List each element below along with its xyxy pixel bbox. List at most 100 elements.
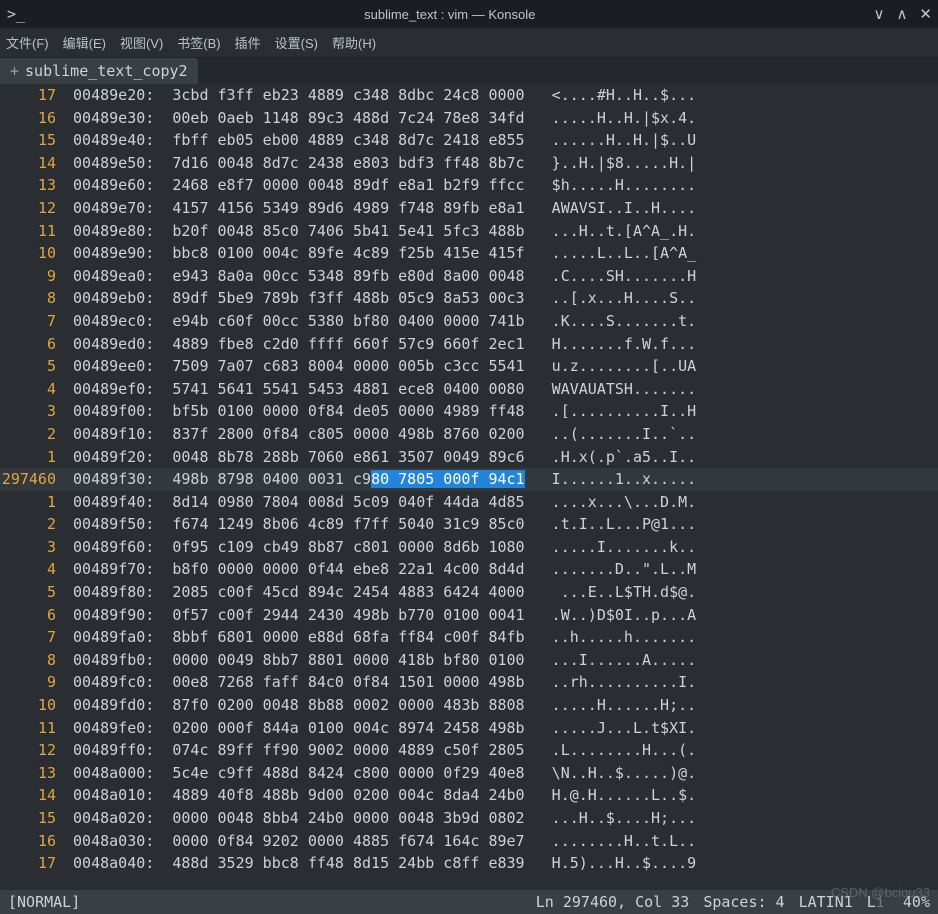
hex-address: 00489fb0:	[64, 649, 172, 672]
hex-ascii: .....H......H;..	[534, 694, 697, 717]
hex-row[interactable]: 16 0048a030: 0000 0f84 9202 0000 4885 f6…	[0, 830, 938, 853]
window-title: sublime_text : vim — Konsole	[26, 7, 873, 22]
hex-address: 00489ef0:	[64, 378, 172, 401]
hex-row[interactable]: 13 00489e60: 2468 e8f7 0000 0048 89df e8…	[0, 174, 938, 197]
line-number: 2	[0, 513, 64, 536]
hex-address: 0048a030:	[64, 830, 172, 853]
hex-selection: 80 7805 000f 94c1	[371, 470, 525, 488]
hex-row[interactable]: 6 00489f90: 0f57 c00f 2944 2430 498b b77…	[0, 604, 938, 627]
line-number: 3	[0, 400, 64, 423]
menu-bookmarks[interactable]: 书签(B)	[177, 33, 220, 52]
tabbar: + sublime_text_copy2	[0, 58, 938, 84]
hex-row[interactable]: 13 0048a000: 5c4e c9ff 488d 8424 c800 00…	[0, 762, 938, 785]
status-spaces[interactable]: Spaces: 4	[703, 893, 784, 911]
close-icon[interactable]: ✕	[919, 5, 932, 23]
menu-help[interactable]: 帮助(H)	[332, 33, 376, 52]
tab-current[interactable]: + sublime_text_copy2	[0, 58, 198, 84]
hex-address: 00489e60:	[64, 174, 172, 197]
hex-ascii: H.@.H......L..$.	[534, 784, 697, 807]
hex-row[interactable]: 8 00489fb0: 0000 0049 8bb7 8801 0000 418…	[0, 649, 938, 672]
hex-bytes: 5741 5641 5541 5453 4881 ece8 0400 0080	[172, 378, 533, 401]
hex-row[interactable]: 5 00489ee0: 7509 7a07 c683 8004 0000 005…	[0, 355, 938, 378]
line-number: 13	[0, 174, 64, 197]
hex-row[interactable]: 17 00489e20: 3cbd f3ff eb23 4889 c348 8d…	[0, 84, 938, 107]
menu-edit[interactable]: 编辑(E)	[63, 33, 106, 52]
hex-row[interactable]: 14 0048a010: 4889 40f8 488b 9d00 0200 00…	[0, 784, 938, 807]
hex-row[interactable]: 14 00489e50: 7d16 0048 8d7c 2438 e803 bd…	[0, 152, 938, 175]
hex-row[interactable]: 10 00489e90: bbc8 0100 004c 89fe 4c89 f2…	[0, 242, 938, 265]
menu-plugins[interactable]: 插件	[235, 33, 261, 52]
hex-row[interactable]: 15 0048a020: 0000 0048 8bb4 24b0 0000 00…	[0, 807, 938, 830]
maximize-icon[interactable]: ∧	[896, 5, 907, 23]
hex-row[interactable]: 1 00489f40: 8d14 0980 7804 008d 5c09 040…	[0, 491, 938, 514]
hex-address: 00489e40:	[64, 129, 172, 152]
menu-settings[interactable]: 设置(S)	[275, 33, 318, 52]
hex-address: 00489f80:	[64, 581, 172, 604]
hex-address: 00489e50:	[64, 152, 172, 175]
hex-ascii: <....#H..H..$...	[534, 84, 697, 107]
hex-row[interactable]: 4 00489ef0: 5741 5641 5541 5453 4881 ece…	[0, 378, 938, 401]
hex-row[interactable]: 16 00489e30: 00eb 0aeb 1148 89c3 488d 7c…	[0, 107, 938, 130]
hex-address: 00489ea0:	[64, 265, 172, 288]
line-number: 14	[0, 784, 64, 807]
hex-bytes: f674 1249 8b06 4c89 f7ff 5040 31c9 85c0	[172, 513, 533, 536]
hex-address: 00489ff0:	[64, 739, 172, 762]
statusbar: [NORMAL] Ln 297460, Col 33 Spaces: 4 LAT…	[0, 890, 938, 914]
hex-ascii: ...I......A.....	[534, 649, 697, 672]
hex-row[interactable]: 7 00489ec0: e94b c60f 00cc 5380 bf80 040…	[0, 310, 938, 333]
hex-ascii: WAVAUATSH.......	[534, 378, 697, 401]
hex-row[interactable]: 10 00489fd0: 87f0 0200 0048 8b88 0002 00…	[0, 694, 938, 717]
hex-row[interactable]: 297460 00489f30: 498b 8798 0400 0031 c98…	[0, 468, 938, 491]
hex-bytes: 4889 40f8 488b 9d00 0200 004c 8da4 24b0	[172, 784, 533, 807]
hex-ascii: .L........H...(.	[534, 739, 697, 762]
hex-row[interactable]: 11 00489fe0: 0200 000f 844a 0100 004c 89…	[0, 717, 938, 740]
hex-bytes: 5c4e c9ff 488d 8424 c800 0000 0f29 40e8	[172, 762, 533, 785]
hex-address: 00489e90:	[64, 242, 172, 265]
hex-bytes: fbff eb05 eb00 4889 c348 8d7c 2418 e855	[172, 129, 533, 152]
hex-bytes: 074c 89ff ff90 9002 0000 4889 c50f 2805	[172, 739, 533, 762]
hex-ascii: ..h.....h.......	[534, 626, 697, 649]
hex-address: 00489e30:	[64, 107, 172, 130]
hex-row[interactable]: 9 00489fc0: 00e8 7268 faff 84c0 0f84 150…	[0, 671, 938, 694]
hex-row[interactable]: 12 00489ff0: 074c 89ff ff90 9002 0000 48…	[0, 739, 938, 762]
hex-address: 00489f20:	[64, 446, 172, 469]
hex-ascii: u.z........[..UA	[534, 355, 697, 378]
editor-area[interactable]: 17 00489e20: 3cbd f3ff eb23 4889 c348 8d…	[0, 84, 938, 890]
line-number: 2	[0, 423, 64, 446]
minimize-icon[interactable]: ∨	[873, 5, 884, 23]
hex-address: 00489fc0:	[64, 671, 172, 694]
line-number: 8	[0, 649, 64, 672]
hex-row[interactable]: 7 00489fa0: 8bbf 6801 0000 e88d 68fa ff8…	[0, 626, 938, 649]
hex-bytes: 3cbd f3ff eb23 4889 c348 8dbc 24c8 0000	[172, 84, 533, 107]
menu-view[interactable]: 视图(V)	[120, 33, 163, 52]
hex-row[interactable]: 17 0048a040: 488d 3529 bbc8 ff48 8d15 24…	[0, 852, 938, 875]
hex-row[interactable]: 2 00489f10: 837f 2800 0f84 c805 0000 498…	[0, 423, 938, 446]
hex-address: 00489fe0:	[64, 717, 172, 740]
hex-ascii: .....H..H.|$x.4.	[534, 107, 697, 130]
hex-ascii: .....L..L..[A^A_	[534, 242, 697, 265]
hex-ascii: .t.I..L...P@1...	[534, 513, 697, 536]
hex-row[interactable]: 2 00489f50: f674 1249 8b06 4c89 f7ff 504…	[0, 513, 938, 536]
hex-bytes: e943 8a0a 00cc 5348 89fb e80d 8a00 0048	[172, 265, 533, 288]
hex-row[interactable]: 3 00489f60: 0f95 c109 cb49 8b87 c801 000…	[0, 536, 938, 559]
hex-bytes: 8d14 0980 7804 008d 5c09 040f 44da 4d85	[172, 491, 533, 514]
line-number: 297460	[0, 468, 64, 491]
hex-row[interactable]: 9 00489ea0: e943 8a0a 00cc 5348 89fb e80…	[0, 265, 938, 288]
hex-ascii: ...E..L$TH.d$@.	[534, 581, 697, 604]
hex-row[interactable]: 15 00489e40: fbff eb05 eb00 4889 c348 8d…	[0, 129, 938, 152]
menu-file[interactable]: 文件(F)	[6, 33, 49, 52]
hex-row[interactable]: 11 00489e80: b20f 0048 85c0 7406 5b41 5e…	[0, 220, 938, 243]
hex-row[interactable]: 8 00489eb0: 89df 5be9 789b f3ff 488b 05c…	[0, 287, 938, 310]
hex-row[interactable]: 4 00489f70: b8f0 0000 0000 0f44 ebe8 22a…	[0, 558, 938, 581]
hex-bytes: 0f95 c109 cb49 8b87 c801 0000 8d6b 1080	[172, 536, 533, 559]
hex-row[interactable]: 6 00489ed0: 4889 fbe8 c2d0 ffff 660f 57c…	[0, 333, 938, 356]
hex-row[interactable]: 3 00489f00: bf5b 0100 0000 0f84 de05 000…	[0, 400, 938, 423]
hex-bytes: 8bbf 6801 0000 e88d 68fa ff84 c00f 84fb	[172, 626, 533, 649]
hex-row[interactable]: 5 00489f80: 2085 c00f 45cd 894c 2454 488…	[0, 581, 938, 604]
hex-bytes: 7d16 0048 8d7c 2438 e803 bdf3 ff48 8b7c	[172, 152, 533, 175]
hex-ascii: \N..H..$.....)@.	[534, 762, 697, 785]
hex-row[interactable]: 12 00489e70: 4157 4156 5349 89d6 4989 f7…	[0, 197, 938, 220]
watermark: CSDN @bciou33	[831, 885, 930, 900]
line-number: 5	[0, 355, 64, 378]
hex-row[interactable]: 1 00489f20: 0048 8b78 288b 7060 e861 350…	[0, 446, 938, 469]
